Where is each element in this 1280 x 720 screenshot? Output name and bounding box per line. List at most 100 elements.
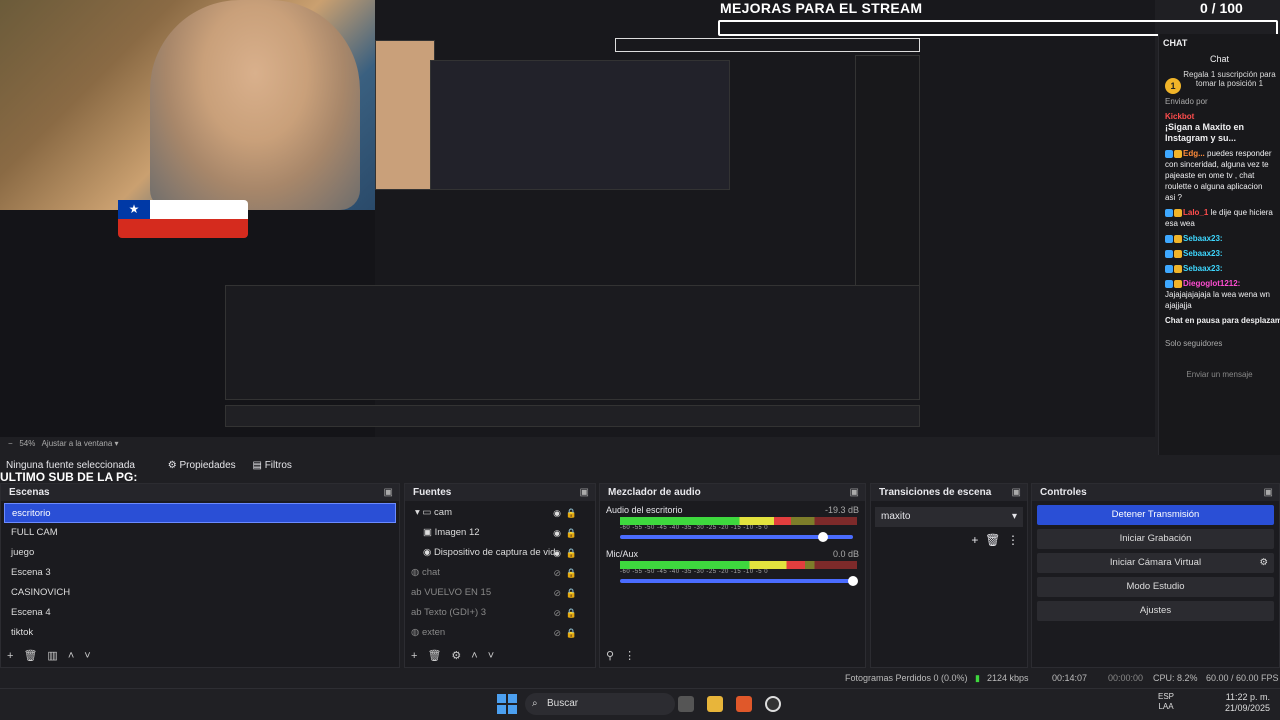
meter-scale: -60 -55 -50 -45 -40 -35 -30 -25 -20 -15 …	[620, 569, 769, 575]
scene-item[interactable]: CASINOVICH	[4, 583, 396, 603]
chat-message[interactable]: Sebaax23:	[1159, 261, 1280, 276]
lock-icon[interactable]: 🔒	[566, 543, 577, 563]
eye-icon[interactable]: ◉	[553, 523, 561, 543]
chat-username[interactable]: Diegoglot1212:	[1183, 279, 1240, 288]
menu-icon[interactable]: ⋮	[1007, 533, 1019, 547]
taskbar-clock[interactable]: 11:22 p. m. 21/09/2025	[1225, 692, 1270, 714]
up-icon[interactable]: ˄	[68, 650, 74, 662]
chat-message[interactable]: Diegoglot1212: Jajajajajajaja la wea wen…	[1159, 276, 1280, 313]
volume-knob[interactable]	[817, 532, 828, 542]
scene-item[interactable]: Escena 4	[4, 603, 396, 623]
chat-paused-notice[interactable]: Chat en pausa para desplazamiento	[1159, 313, 1280, 328]
obs-icon[interactable]	[765, 696, 781, 712]
add-icon[interactable]: +	[971, 533, 978, 547]
filters-button[interactable]: ▤ Filtros	[252, 460, 291, 471]
source-item[interactable]: ◍ exten ⊘ 🔒	[409, 623, 591, 643]
add-icon[interactable]: +	[411, 650, 417, 662]
sources-header: Fuentes ▣	[405, 484, 595, 501]
lock-icon[interactable]: 🔒	[566, 523, 577, 543]
properties-button[interactable]: ⚙ Propiedades	[168, 460, 236, 471]
popout-icon[interactable]: ▣	[384, 484, 393, 501]
eye-icon[interactable]: ◉	[553, 503, 561, 523]
transition-select[interactable]: maxito ▾	[875, 507, 1023, 527]
bitrate: 2124 kbps	[987, 673, 1029, 683]
pinned-message[interactable]: Kickbot ¡Sigan a Maxito en Instagram y su…	[1159, 109, 1280, 146]
popout-icon[interactable]: ▣	[1264, 484, 1273, 501]
eye-icon[interactable]: ◉	[553, 543, 561, 563]
source-name: cam	[434, 507, 452, 518]
scene-item[interactable]: juego	[4, 543, 396, 563]
link-icon[interactable]: ⚲	[606, 650, 614, 662]
send-message-input[interactable]: Enviar un mensaje	[1159, 367, 1280, 382]
volume-knob[interactable]	[848, 576, 858, 586]
eye-off-icon[interactable]: ⊘	[553, 603, 561, 623]
webcam-feed	[0, 0, 375, 210]
lock-icon[interactable]: 🔒	[566, 563, 577, 583]
studio-mode-button[interactable]: Modo Estudio	[1037, 577, 1274, 597]
lock-icon[interactable]: 🔒	[566, 583, 577, 603]
minus-icon[interactable]: −	[8, 439, 13, 448]
language-indicator[interactable]: ESP LAA	[1158, 692, 1174, 712]
eye-off-icon[interactable]: ⊘	[553, 623, 561, 643]
taskbar-search[interactable]: ⌕ Buscar	[525, 693, 675, 715]
settings-button[interactable]: Ajustes	[1037, 601, 1274, 621]
scene-item[interactable]: tiktok	[4, 623, 396, 643]
scene-item[interactable]: escritorio	[4, 503, 396, 523]
start-recording-button[interactable]: Iniciar Grabación	[1037, 529, 1274, 549]
chat-username[interactable]: Sebaax23:	[1183, 234, 1223, 243]
source-item[interactable]: ab Texto (GDI+) 3 ⊘ 🔒	[409, 603, 591, 623]
level-meter	[620, 561, 857, 569]
gear-icon[interactable]: ⚙	[451, 650, 461, 662]
source-item[interactable]: ◍ chat ⊘ 🔒	[409, 563, 591, 583]
gear-icon[interactable]: ⚙	[1259, 553, 1268, 573]
chat-message[interactable]: Sebaax23:	[1159, 231, 1280, 246]
task-view-icon[interactable]	[678, 696, 694, 712]
stream-preview[interactable]: ★	[0, 0, 1155, 437]
chat-username[interactable]: Sebaax23:	[1183, 249, 1223, 258]
stop-streaming-button[interactable]: Detener Transmisión	[1037, 505, 1274, 525]
chat-message[interactable]: Lalo_1 le dije que hiciera esa wea	[1159, 205, 1280, 231]
source-item[interactable]: ◉ Dispositivo de captura de vid ◉ 🔒	[409, 543, 591, 563]
chat-username[interactable]: Edg...	[1183, 149, 1205, 158]
scenes-dock: Escenas ▣ escritorio FULL CAM juego Escena 3…	[0, 483, 400, 668]
add-icon[interactable]: +	[7, 650, 13, 662]
zoom-fit-dropdown[interactable]: Ajustar a la ventana	[42, 439, 113, 448]
volume-slider[interactable]	[620, 532, 853, 542]
trash-icon[interactable]: 🗑	[23, 650, 37, 662]
sub-promo[interactable]: 1 Regala 1 suscripción para tomar la posi…	[1163, 70, 1276, 94]
controls-header: Controles ▣	[1032, 484, 1279, 501]
volume-slider[interactable]	[620, 576, 858, 586]
lock-icon[interactable]: 🔒	[566, 503, 577, 523]
down-icon[interactable]: ˅	[84, 650, 90, 662]
eye-off-icon[interactable]: ⊘	[553, 563, 561, 583]
scene-item[interactable]: Escena 3	[4, 563, 396, 583]
chat-username[interactable]: Lalo_1	[1183, 208, 1208, 217]
windows-start-icon[interactable]	[497, 694, 517, 714]
chat-message[interactable]: Sebaax23:	[1159, 246, 1280, 261]
popout-icon[interactable]: ▣	[850, 484, 859, 501]
popout-icon[interactable]: ▣	[580, 484, 589, 501]
file-explorer-icon[interactable]	[707, 696, 723, 712]
popout-icon[interactable]: ▣	[1012, 484, 1021, 501]
eye-off-icon[interactable]: ⊘	[553, 583, 561, 603]
down-icon[interactable]: ˅	[488, 650, 494, 662]
scene-item[interactable]: FULL CAM	[4, 523, 396, 543]
status-bar: Fotogramas Perdidos 0 (0.0%) ▮ 2124 kbps…	[0, 668, 1280, 688]
camera-icon: ◉	[423, 547, 434, 558]
menu-icon[interactable]: ⋮	[624, 650, 635, 662]
chat-username[interactable]: Sebaax23:	[1183, 264, 1223, 273]
zoom-bar: − 54% Ajustar a la ventana ▾	[8, 439, 119, 448]
filter-icon[interactable]: ▥	[47, 650, 57, 662]
brave-browser-icon[interactable]	[736, 696, 752, 712]
source-item[interactable]: ab VUELVO EN 15 ⊘ 🔒	[409, 583, 591, 603]
start-virtual-cam-button[interactable]: Iniciar Cámara Virtual ⚙	[1037, 553, 1274, 573]
source-item[interactable]: ▣ Imagen 12 ◉ 🔒	[409, 523, 591, 543]
trash-icon[interactable]: 🗑	[985, 533, 1000, 547]
chat-message[interactable]: Edg... puedes responder con sinceridad, …	[1159, 146, 1280, 205]
search-icon: ⌕	[532, 698, 538, 709]
lock-icon[interactable]: 🔒	[566, 623, 577, 643]
trash-icon[interactable]: 🗑	[427, 650, 441, 662]
lock-icon[interactable]: 🔒	[566, 603, 577, 623]
source-item[interactable]: ▾ ▭ cam ◉ 🔒	[409, 503, 591, 523]
up-icon[interactable]: ˄	[471, 650, 477, 662]
